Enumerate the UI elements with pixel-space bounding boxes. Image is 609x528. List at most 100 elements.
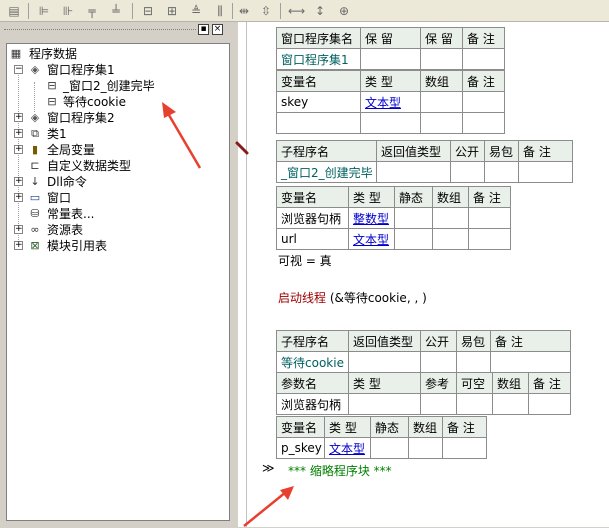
table-cell[interactable] [276, 112, 361, 134]
table-cell[interactable] [348, 351, 421, 373]
v-spacing-icon[interactable]: ⇳ [258, 3, 274, 19]
align-left-icon[interactable]: ⊫ [36, 3, 52, 19]
toolbar-separator [28, 3, 29, 19]
table-cell[interactable] [360, 48, 421, 70]
table-cell[interactable]: url [276, 228, 349, 250]
table-cell[interactable] [420, 393, 457, 415]
table-cell[interactable] [408, 437, 443, 459]
table-header: 备 注 [442, 416, 487, 438]
tree-label: 窗口程序集1 [47, 63, 115, 77]
table-header: 类 型 [324, 416, 371, 438]
command-keyword[interactable]: 启动线程 [278, 291, 326, 305]
table-cell[interactable] [394, 207, 433, 229]
align-top-icon[interactable]: ╤ [84, 3, 100, 19]
center-v-icon[interactable]: ⊞ [164, 3, 180, 19]
code-editor[interactable]: 窗口程序集名 保 留 保 留 备 注 窗口程序集1 变量名 类 型 数组 备 注… [264, 22, 609, 527]
assembly-vars-table: 变量名 类 型 数组 备 注 skey 文本型 [276, 70, 505, 134]
expand-icon[interactable]: + [14, 241, 23, 250]
subroutine-name[interactable]: _窗口2_创建完毕 [276, 161, 377, 183]
local-vars-table: 变量名 类 型 静态 数组 备 注 浏览器句柄 整数型 url 文本型 [276, 186, 511, 250]
table-cell[interactable] [376, 161, 451, 183]
panel-grip[interactable] [4, 29, 196, 30]
type-link[interactable]: 文本型 [360, 91, 421, 113]
table-row: url 文本型 [276, 228, 511, 250]
tree-label: 常量表... [47, 207, 95, 221]
same-width-icon[interactable]: ≜ [188, 3, 204, 19]
table-cell[interactable] [528, 393, 571, 415]
global-var-icon: ▮ [31, 143, 39, 156]
form-icon[interactable]: ▤ [6, 3, 22, 19]
table-cell[interactable] [420, 91, 463, 113]
type-link[interactable]: 整数型 [348, 207, 395, 229]
table-header: 备 注 [468, 186, 511, 208]
expand-icon[interactable]: + [14, 145, 23, 154]
table-cell[interactable]: 浏览器句柄 [276, 393, 349, 415]
same-height-icon[interactable]: ⫼ [212, 3, 228, 19]
table-cell[interactable] [462, 112, 505, 134]
table-header: 备 注 [462, 70, 505, 92]
code-line-visible[interactable]: 可视 = 真 [278, 252, 332, 269]
editor-gutter [238, 22, 264, 527]
table-cell[interactable] [462, 48, 505, 70]
table-cell[interactable] [432, 228, 469, 250]
collapse-icon[interactable]: − [14, 65, 23, 74]
type-link[interactable]: 文本型 [348, 228, 395, 250]
expand-icon[interactable]: + [14, 193, 23, 202]
table-cell[interactable] [420, 351, 457, 373]
table-header: 数组 [420, 70, 463, 92]
table-cell[interactable]: 浏览器句柄 [276, 207, 349, 229]
table-header: 数组 [408, 416, 443, 438]
table-cell[interactable] [456, 393, 493, 415]
table-cell[interactable] [420, 112, 463, 134]
table-cell[interactable] [370, 437, 409, 459]
table-cell[interactable] [518, 161, 573, 183]
table-header: 变量名 [276, 70, 361, 92]
folded-block[interactable]: *** 缩略程序块 *** [288, 462, 392, 479]
assembly-icon: ◈ [30, 111, 40, 124]
table-cell[interactable] [468, 207, 511, 229]
command-args[interactable]: (&等待cookie, , ) [326, 291, 427, 305]
table-header: 类 型 [348, 372, 421, 394]
subroutine-name[interactable]: 等待cookie [276, 351, 349, 373]
table-cell[interactable] [492, 393, 529, 415]
table-header: 变量名 [276, 186, 349, 208]
expand-icon[interactable]: + [14, 129, 23, 138]
table-cell[interactable]: 窗口程序集1 [276, 48, 361, 70]
expand-icon[interactable]: + [14, 177, 23, 186]
fold-marker-icon[interactable]: ≫ [262, 461, 275, 475]
expand-icon[interactable]: + [14, 225, 23, 234]
h-spacing-icon[interactable]: ⇹ [236, 3, 252, 19]
table-cell[interactable] [432, 207, 469, 229]
table-header: 保 留 [360, 27, 421, 49]
table-cell[interactable]: p_skey [276, 437, 325, 459]
fit-height-icon[interactable]: ↕ [312, 3, 328, 19]
table-cell[interactable] [450, 161, 485, 183]
table-cell[interactable] [360, 112, 421, 134]
tree-label: 资源表 [47, 223, 84, 237]
resources-icon: ∞ [30, 223, 40, 236]
table-cell[interactable] [468, 228, 511, 250]
pin-icon[interactable]: ▪ [198, 24, 209, 35]
expand-icon[interactable]: + [14, 113, 23, 122]
align-bottom-icon[interactable]: ╧ [108, 3, 124, 19]
table-cell[interactable] [442, 437, 487, 459]
table-cell[interactable] [484, 161, 519, 183]
table-cell[interactable] [490, 351, 571, 373]
fit-size-icon[interactable]: ⊕ [336, 3, 352, 19]
table-cell[interactable]: skey [276, 91, 361, 113]
params-table: 参数名 类 型 参考 可空 数组 备 注 浏览器句柄 [276, 372, 571, 415]
table-cell[interactable] [456, 351, 491, 373]
tree-label: 自定义数据类型 [47, 159, 132, 173]
table-header: 数组 [492, 372, 529, 394]
fit-width-icon[interactable]: ⟷ [288, 3, 305, 19]
table-cell[interactable] [420, 48, 463, 70]
table-header: 返回值类型 [376, 140, 451, 162]
close-icon[interactable]: × [212, 24, 223, 35]
table-cell[interactable] [348, 393, 421, 415]
table-cell[interactable] [394, 228, 433, 250]
type-link[interactable]: 文本型 [324, 437, 371, 459]
table-cell[interactable] [462, 91, 505, 113]
center-h-icon[interactable]: ⊟ [140, 3, 156, 19]
code-line-start-thread[interactable]: 启动线程 (&等待cookie, , ) [278, 289, 427, 306]
align-center-icon[interactable]: ⊪ [60, 3, 76, 19]
